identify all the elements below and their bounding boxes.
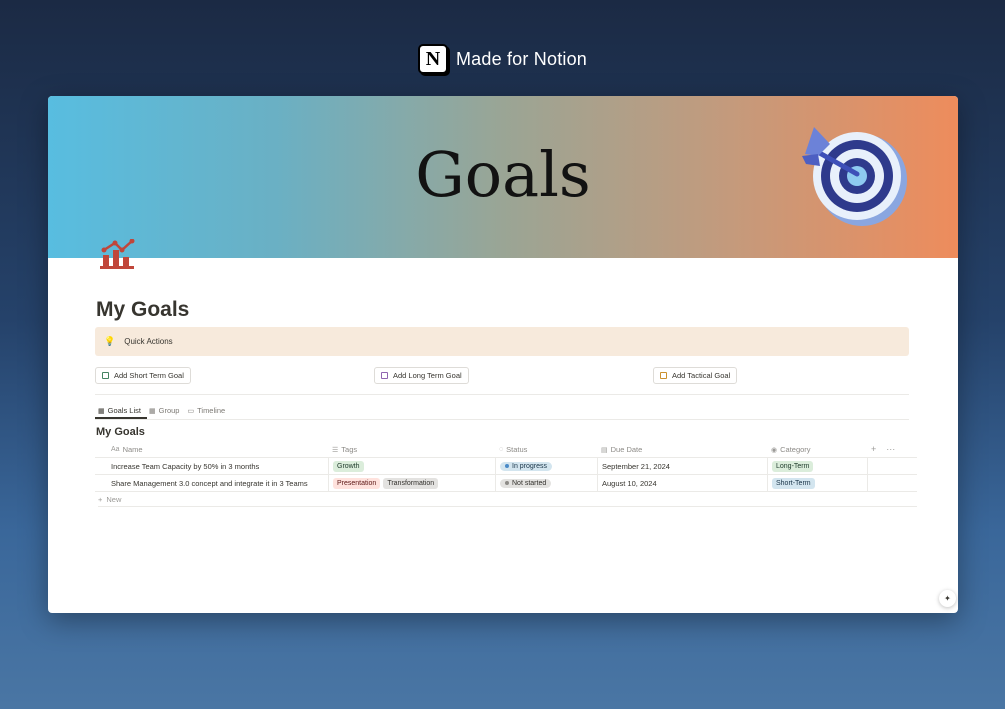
ai-sparkle-button[interactable]: ✦	[939, 590, 956, 607]
add-short-term-goal-button[interactable]: Add Short Term Goal	[95, 367, 191, 384]
button-label: Add Short Term Goal	[114, 371, 184, 380]
add-property-icon[interactable]: +	[871, 444, 876, 454]
category-pill: Long-Term	[772, 460, 814, 472]
text-type-icon: Aa	[111, 446, 120, 453]
divider	[95, 394, 909, 395]
column-header-due-date[interactable]: ▤ Due Date	[597, 442, 767, 457]
page-title[interactable]: My Goals	[96, 298, 189, 322]
row-category[interactable]: Long-Term	[767, 458, 867, 474]
new-row-button[interactable]: + New	[98, 492, 917, 507]
plus-icon: +	[98, 494, 103, 504]
tag-pill: Transformation	[383, 477, 439, 489]
status-badge: Not started	[500, 478, 552, 488]
row-end-cell	[867, 458, 917, 474]
quick-actions-callout[interactable]: 💡 Quick Actions	[95, 327, 909, 356]
row-name[interactable]: Increase Team Capacity by 50% in 3 month…	[95, 458, 328, 474]
row-name[interactable]: Share Management 3.0 concept and integra…	[95, 475, 328, 491]
status-badge: In progress	[500, 461, 553, 471]
notion-page-window: Goals My Goals 💡 Quick Actions Add Short	[48, 96, 958, 613]
row-tags[interactable]: Growth	[328, 458, 495, 474]
cover-banner[interactable]: Goals	[48, 96, 958, 258]
bar-chart-icon[interactable]	[98, 239, 136, 271]
database-title[interactable]: My Goals	[96, 426, 145, 438]
checkbox-orange-icon	[660, 372, 667, 379]
table-header: Aa Name ☰ Tags ◌ Status ▤ Due Date ◉ Cat…	[95, 442, 917, 458]
status-icon: ◌	[499, 446, 504, 453]
calendar-icon: ▤	[601, 446, 608, 454]
tab-timeline[interactable]: ▭ Timeline	[187, 404, 225, 417]
notion-logo-icon: N	[417, 44, 448, 74]
table-header-actions: + ···	[871, 444, 895, 454]
add-long-term-goal-button[interactable]: Add Long Term Goal	[374, 367, 469, 384]
row-status[interactable]: In progress	[495, 458, 597, 474]
tab-goals-list[interactable]: ▦ Goals List	[98, 404, 141, 417]
category-pill: Short-Term	[772, 477, 815, 489]
brand-text: Made for Notion	[455, 48, 588, 69]
add-tactical-goal-button[interactable]: Add Tactical Goal	[653, 367, 738, 384]
row-end-cell	[867, 475, 917, 491]
list-icon: ☰	[332, 446, 339, 454]
target-dart-icon	[802, 127, 907, 226]
button-label: Add Tactical Goal	[672, 371, 731, 380]
table-row[interactable]: Increase Team Capacity by 50% in 3 month…	[95, 458, 917, 475]
lightbulb-icon: 💡	[104, 336, 116, 346]
column-header-category[interactable]: ◉ Category	[767, 442, 867, 457]
table-row[interactable]: Share Management 3.0 concept and integra…	[95, 475, 917, 492]
column-header-name[interactable]: Aa Name	[95, 442, 328, 457]
select-icon: ◉	[771, 446, 778, 454]
made-for-notion-banner: N Made for Notion	[0, 44, 1005, 74]
table-icon: ▦	[148, 407, 156, 415]
column-header-tags[interactable]: ☰ Tags	[328, 442, 495, 457]
checkbox-green-icon	[102, 372, 109, 379]
status-dot-icon	[505, 464, 509, 468]
status-dot-icon	[505, 481, 509, 485]
tabs-divider	[95, 419, 909, 420]
row-due-date[interactable]: September 21, 2024	[597, 458, 767, 474]
row-tags[interactable]: Presentation Transformation	[328, 475, 495, 491]
callout-text: Quick Actions	[124, 337, 173, 346]
more-options-icon[interactable]: ···	[886, 444, 895, 454]
tag-pill: Presentation	[333, 477, 381, 489]
column-header-status[interactable]: ◌ Status	[495, 442, 597, 457]
tab-group[interactable]: ▦ Group	[149, 404, 179, 417]
table-icon: ▦	[98, 407, 105, 415]
row-category[interactable]: Short-Term	[767, 475, 867, 491]
tag-pill: Growth	[333, 460, 364, 472]
button-label: Add Long Term Goal	[393, 371, 462, 380]
checkbox-purple-icon	[381, 372, 388, 379]
row-due-date[interactable]: August 10, 2024	[597, 475, 767, 491]
view-tabs: ▦ Goals List ▦ Group ▭ Timeline	[98, 404, 225, 417]
row-status[interactable]: Not started	[495, 475, 597, 491]
timeline-icon: ▭	[187, 407, 195, 415]
sparkle-icon: ✦	[944, 594, 951, 603]
